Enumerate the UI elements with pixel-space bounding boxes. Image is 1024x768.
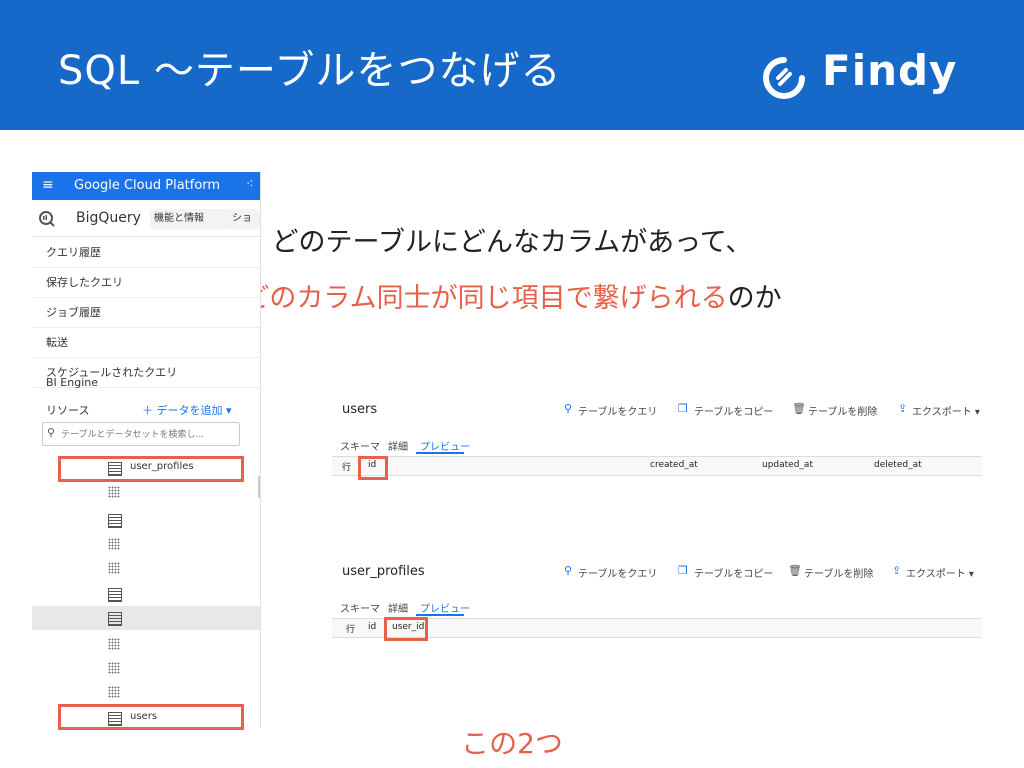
users-table-title: users [342,402,378,417]
gcp-console-screenshot: ≡ Google Cloud Platform ⁖ BigQuery 機能と情報… [32,172,261,728]
copy-icon: ❐ [678,402,688,415]
bigquery-title: BigQuery [76,210,141,226]
tab-schema[interactable]: スキーマ [340,438,380,453]
findy-logo-text: Findy [822,46,958,95]
table-icon[interactable] [108,612,122,626]
copy-icon: ❐ [678,564,688,577]
slide-title: SQL 〜テーブルをつなげる [58,48,562,94]
active-tab-indicator [416,614,464,616]
highlight-user-id [384,617,428,641]
search-placeholder: テーブルとデータセットを検索し... [61,430,205,440]
export-icon: ⇪ [892,564,902,577]
highlight-users-id [358,456,388,480]
nav-query-history[interactable]: クエリ履歴 [32,238,260,268]
delete-icon: 🗑 [788,564,802,577]
nav-job-history[interactable]: ジョブ履歴 [32,298,260,328]
gcp-brand: Google Cloud Platform [74,178,221,193]
tab-schema[interactable]: スキーマ [340,600,380,615]
col-updated-at: updated_at [762,460,813,470]
resource-search-input[interactable]: ⚲ テーブルとデータセットを検索し... [42,422,240,446]
hamburger-menu-icon[interactable]: ≡ [42,177,54,193]
search-icon: ⚲ [47,426,56,439]
bigquery-bar: BigQuery 機能と情報 ショ [32,202,260,237]
resources-row: リソース ＋ データを追加 ▾ [32,398,260,424]
headline-tail: のか [727,283,782,314]
view-icon[interactable] [108,662,120,674]
bigquery-icon [39,211,55,227]
headline-emphasis: どのカラム同士が同じ項目で繋げられる [242,283,728,314]
tab-details[interactable]: 詳細 [388,600,408,615]
view-icon[interactable] [108,538,120,550]
copy-table-button[interactable]: テーブルをコピー [694,403,773,418]
export-button[interactable]: エクスポート ▾ [912,403,980,418]
view-icon[interactable] [108,562,120,574]
user-profiles-table-panel: user_profiles ⚲ テーブルをクエリ ❐ テーブルをコピー 🗑 テー… [332,556,992,646]
col-deleted-at: deleted_at [874,460,922,470]
delete-table-button[interactable]: テーブルを削除 [804,565,873,580]
delete-table-button[interactable]: テーブルを削除 [808,403,877,418]
table-icon[interactable] [108,514,122,528]
nav-bi-engine[interactable]: BI Engine [32,368,260,398]
selected-tree-row [32,606,260,630]
query-icon: ⚲ [564,564,573,577]
more-options-icon[interactable]: ⁖ [246,177,254,192]
panel-scrollbar[interactable] [258,476,260,498]
highlight-user-profiles [58,456,244,482]
col-created-at: created_at [650,460,698,470]
features-info-button[interactable]: 機能と情報 [150,209,230,229]
nav-transfers[interactable]: 転送 [32,328,260,358]
user-profiles-table-title: user_profiles [342,564,425,579]
users-table-panel: users ⚲ テーブルをクエリ ❐ テーブルをコピー 🗑 テーブルを削除 ⇪ … [332,390,992,490]
add-data-button[interactable]: ＋ データを追加 ▾ [142,398,232,424]
col-row-number: 行 [346,625,356,635]
nav-saved-queries[interactable]: 保存したクエリ [32,268,260,298]
query-table-button[interactable]: テーブルをクエリ [578,565,657,580]
active-tab-indicator [416,452,464,454]
resources-label: リソース [46,404,90,417]
table-icon[interactable] [108,588,122,602]
query-table-button[interactable]: テーブルをクエリ [578,403,657,418]
view-icon[interactable] [108,638,120,650]
view-icon[interactable] [108,686,120,698]
delete-icon: 🗑 [792,402,806,415]
query-icon: ⚲ [564,402,573,415]
copy-table-button[interactable]: テーブルをコピー [694,565,773,580]
view-icon [108,486,120,498]
preview-header-row [332,618,982,638]
col-id: id [368,622,377,632]
tab-preview[interactable]: プレビュー [420,438,470,453]
col-row-number: 行 [342,463,352,473]
shortcut-button[interactable]: ショ [228,209,260,229]
bottom-label: この2つ [461,727,563,760]
findy-logo-icon [763,57,805,99]
export-icon: ⇪ [898,402,908,415]
export-button[interactable]: エクスポート ▾ [906,565,974,580]
tab-preview[interactable]: プレビュー [420,600,470,615]
tab-details[interactable]: 詳細 [388,438,408,453]
